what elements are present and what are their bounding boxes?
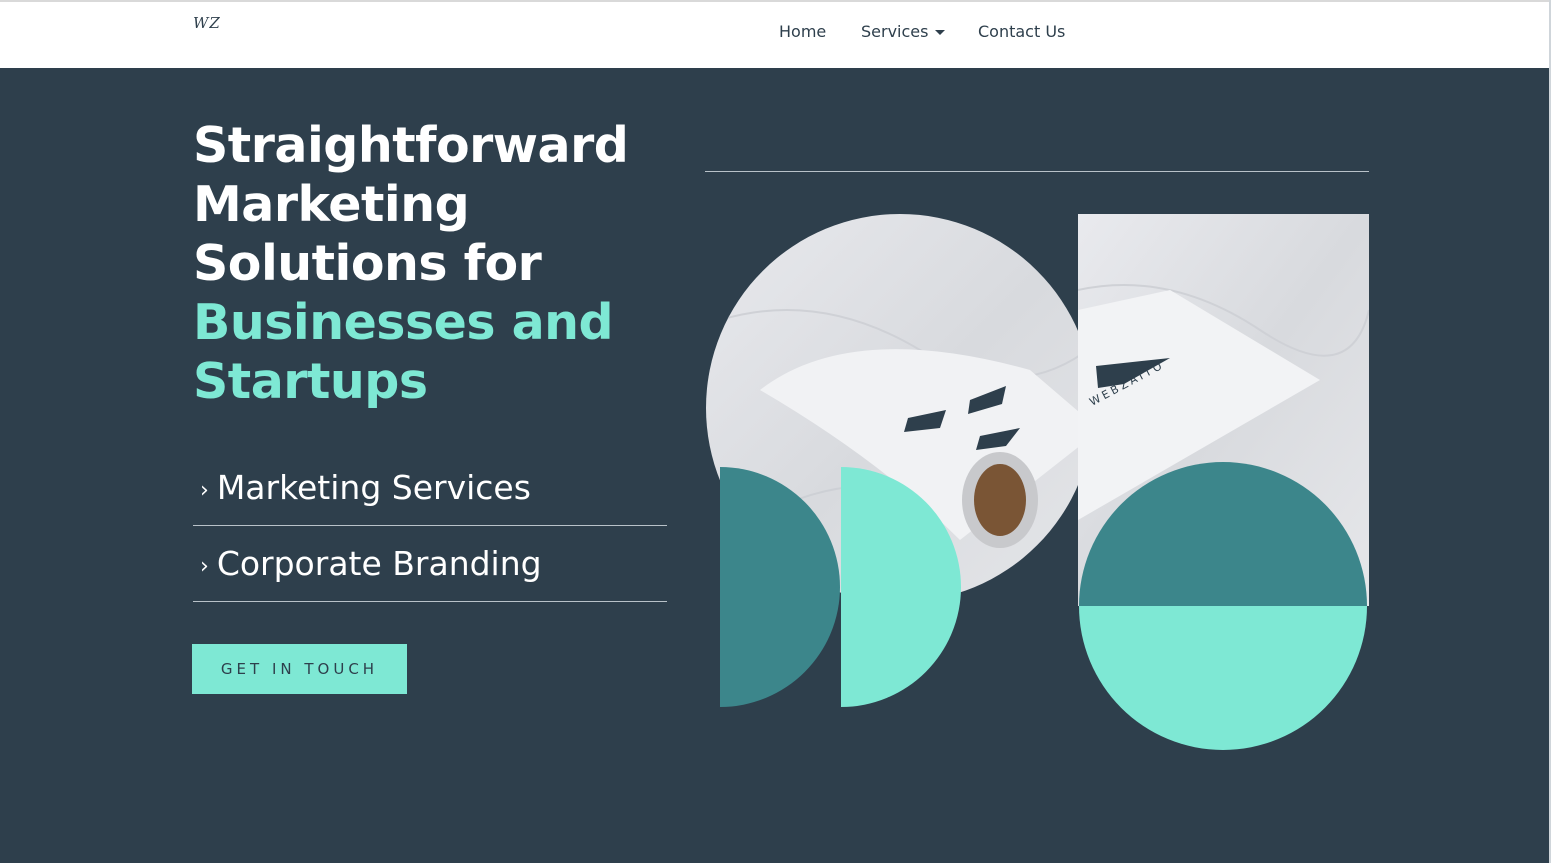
- headline-line-3: Solutions for: [193, 235, 542, 292]
- hero-graphic: WEBZAITO: [706, 214, 1369, 750]
- nav-services-label: Services: [861, 22, 929, 41]
- top-navigation-bar: WZ Home Services Contact Us: [0, 0, 1549, 68]
- service-item-label: Marketing Services: [216, 468, 531, 507]
- headline-accent-line-2: Startups: [193, 353, 428, 410]
- semicircle-bottom-light: [1079, 606, 1367, 750]
- headline-accent-line-1: Businesses and: [193, 294, 614, 351]
- divider: [705, 171, 1369, 172]
- chevron-right-icon: ›: [200, 478, 209, 503]
- nav-home-link[interactable]: Home: [779, 22, 826, 41]
- service-item-marketing[interactable]: › Marketing Services: [193, 450, 667, 526]
- get-in-touch-button[interactable]: GET IN TOUCH: [192, 644, 407, 694]
- chevron-right-icon: ›: [200, 554, 209, 579]
- logo[interactable]: WZ: [193, 14, 221, 32]
- service-item-branding[interactable]: › Corporate Branding: [193, 526, 667, 602]
- headline-line-1: Straightforward: [193, 117, 629, 174]
- headline-line-2: Marketing: [193, 176, 470, 233]
- caret-down-icon: [935, 30, 946, 35]
- nav-contact-link[interactable]: Contact Us: [978, 22, 1065, 41]
- nav-services-dropdown[interactable]: Services: [861, 22, 946, 41]
- hero-headline: Straightforward Marketing Solutions for …: [193, 116, 673, 411]
- service-item-label: Corporate Branding: [216, 544, 542, 583]
